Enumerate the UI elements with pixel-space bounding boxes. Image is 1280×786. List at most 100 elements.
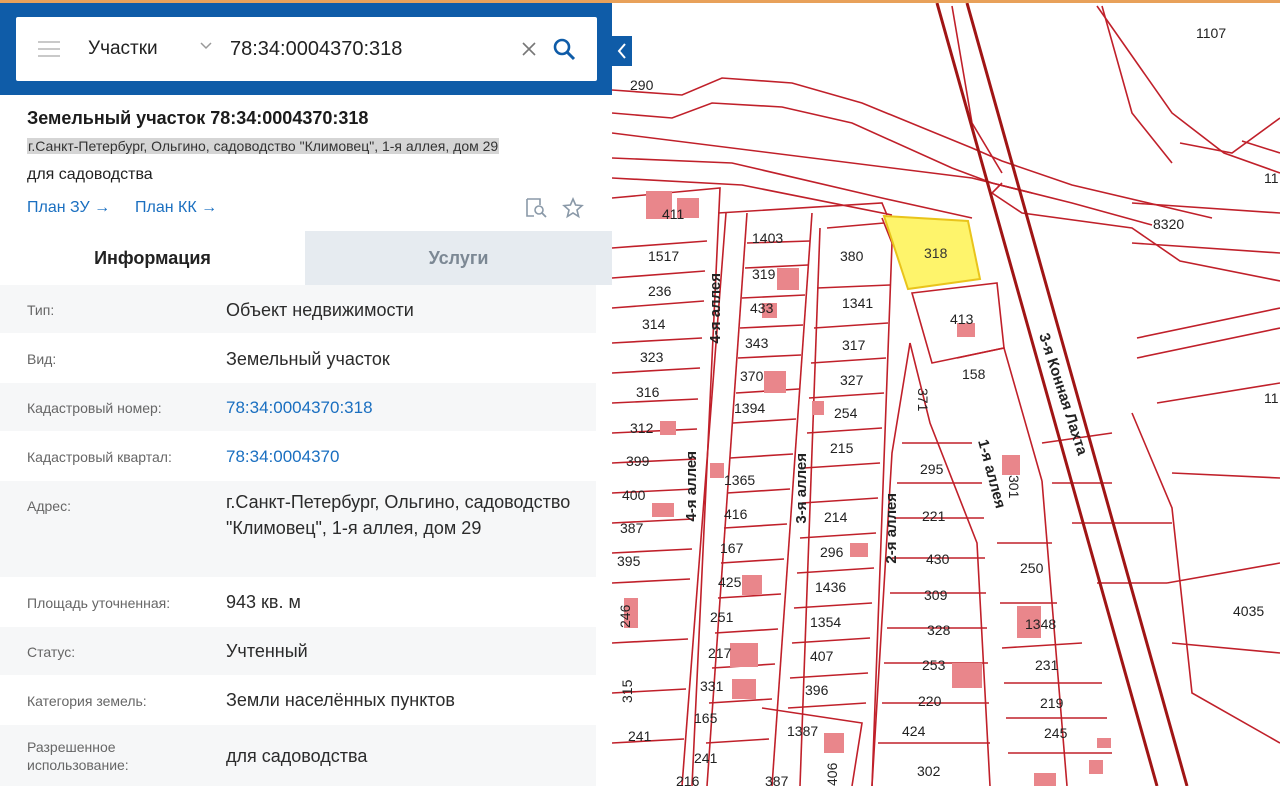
parcel-327-label: 327 (840, 372, 864, 388)
info-row-area: Площадь уточненная: 943 кв. м (0, 578, 596, 627)
parcel-1436-label: 1436 (815, 579, 846, 595)
info-tabs: Информация Услуги (0, 231, 612, 285)
chevron-down-icon[interactable] (199, 39, 213, 53)
parcel-245-label: 245 (1044, 725, 1068, 741)
parcel-1354-label: 1354 (810, 614, 841, 630)
street-4-alley-north: 4-я аллея (707, 273, 724, 344)
parcel-395-label: 395 (617, 553, 641, 569)
parcel-371-label: 371 (915, 388, 931, 412)
street-2-alley: 2-я аллея (883, 493, 900, 564)
map-canvas[interactable]: 290 1107 411 1403 1517 319 236 433 314 3… (612, 3, 1280, 786)
parcel-301-label: 301 (1006, 475, 1022, 499)
parcel-316-label: 316 (636, 384, 660, 400)
cadastral-number-link[interactable]: 78:34:0004370:318 (226, 395, 373, 421)
parcel-1387-label: 1387 (787, 723, 818, 739)
parcel-396-label: 396 (805, 682, 829, 698)
parcel-8320-label: 8320 (1153, 216, 1184, 232)
parcel-312-label: 312 (630, 420, 654, 436)
star-icon[interactable] (562, 197, 584, 219)
object-purpose: для садоводства (27, 166, 153, 183)
map-lines (612, 5, 1280, 786)
parcel-158-label: 158 (962, 366, 986, 382)
parcel-215-label: 215 (830, 440, 854, 456)
row-value: Учтенный (226, 641, 308, 661)
parcel-254-label: 254 (834, 405, 858, 421)
tab-information[interactable]: Информация (0, 231, 305, 285)
search-icon[interactable] (552, 37, 576, 61)
show-on-map-icon[interactable] (524, 197, 548, 219)
parcel-1107-label: 1107 (1196, 25, 1226, 41)
parcel-387-label: 387 (620, 520, 644, 536)
parcel-343-label: 343 (745, 335, 769, 351)
parcel-220-label: 220 (918, 693, 942, 709)
parcel-413-label: 413 (950, 311, 974, 327)
row-label: Кадастровый номер: (27, 400, 162, 416)
info-table: Тип: Объект недвижимости Вид: Земельный … (0, 285, 596, 786)
parcel-407-label: 407 (810, 648, 834, 664)
parcel-165-label: 165 (694, 710, 718, 726)
parcel-331-label: 331 (700, 678, 724, 694)
row-label: Кадастровый квартал: (27, 449, 172, 465)
parcel-219-label: 219 (1040, 695, 1064, 711)
row-value: 943 кв. м (226, 592, 301, 612)
parcel-411-label: 411 (662, 206, 685, 222)
parcel-167-label: 167 (720, 540, 744, 556)
close-icon[interactable] (519, 39, 539, 59)
row-value: для садоводства (226, 746, 368, 766)
parcel-302-label: 302 (917, 763, 941, 779)
info-row-address: Адрес: г.Санкт-Петербург, Ольгино, садов… (0, 481, 596, 578)
parcel-11b-label: 11 (1264, 390, 1279, 406)
parcel-387b-label: 387 (765, 773, 789, 786)
collapse-panel-button[interactable] (612, 36, 632, 66)
parcel-296-label: 296 (820, 544, 844, 560)
parcel-424-label: 424 (902, 723, 926, 739)
row-label: Разрешенное использование: (27, 739, 129, 773)
parcel-406-label: 406 (824, 762, 840, 786)
row-label: Категория земель: (27, 693, 147, 709)
info-row-type: Тип: Объект недвижимости (0, 285, 596, 334)
parcel-370-label: 370 (740, 368, 764, 384)
scrollbar-track[interactable] (596, 285, 612, 780)
plan-kk-link[interactable]: План КК → (135, 199, 217, 217)
parcel-221-label: 221 (922, 508, 946, 524)
parcel-246-label: 246 (617, 604, 633, 628)
parcel-251-label: 251 (710, 609, 734, 625)
row-label: Адрес: (27, 498, 71, 514)
menu-icon[interactable] (38, 41, 60, 57)
parcel-250-label: 250 (1020, 560, 1044, 576)
parcel-416-label: 416 (724, 506, 748, 522)
parcel-319-label: 319 (752, 266, 776, 282)
row-value: Земли населённых пунктов (226, 690, 455, 710)
search-input[interactable] (230, 35, 515, 63)
cadastral-map[interactable]: 290 1107 411 1403 1517 319 236 433 314 3… (612, 3, 1280, 786)
plan-zu-link[interactable]: План ЗУ → (27, 199, 110, 217)
search-header: Участки (0, 3, 612, 95)
info-row-status: Статус: Учтенный (0, 627, 596, 676)
parcel-380-label: 380 (840, 248, 864, 264)
parcel-433-label: 433 (750, 300, 774, 316)
parcel-328-label: 328 (927, 622, 951, 638)
parcel-430-label: 430 (926, 551, 950, 567)
parcel-314-label: 314 (642, 316, 666, 332)
parcel-400-label: 400 (622, 487, 646, 503)
cadastral-quarter-link[interactable]: 78:34:0004370 (226, 444, 339, 470)
tab-services[interactable]: Услуги (305, 231, 612, 285)
parcel-1403-label: 1403 (752, 230, 783, 246)
parcel-4035-label: 4035 (1233, 603, 1264, 619)
parcel-290-label: 290 (630, 77, 654, 93)
row-label: Вид: (27, 351, 57, 367)
parcel-323-label: 323 (640, 349, 664, 365)
parcel-1365-label: 1365 (724, 472, 755, 488)
info-sidebar: Участки Земельный участок 78:34:0004370:… (0, 3, 612, 786)
search-box: Участки (16, 17, 597, 81)
main-road-line-2 (965, 3, 1189, 786)
parcel-315-label: 315 (619, 679, 635, 703)
parcel-399-label: 399 (626, 453, 650, 469)
parcel-1341-label: 1341 (842, 295, 873, 311)
search-type-label[interactable]: Участки (88, 38, 158, 60)
parcel-295-label: 295 (920, 461, 944, 477)
parcel-309-label: 309 (924, 587, 948, 603)
parcel-241b-label: 241 (694, 750, 718, 766)
object-address: г.Санкт-Петербург, Ольгино, садоводство … (27, 138, 500, 154)
info-row-cadastral-quarter: Кадастровый квартал: 78:34:0004370 (0, 432, 596, 481)
